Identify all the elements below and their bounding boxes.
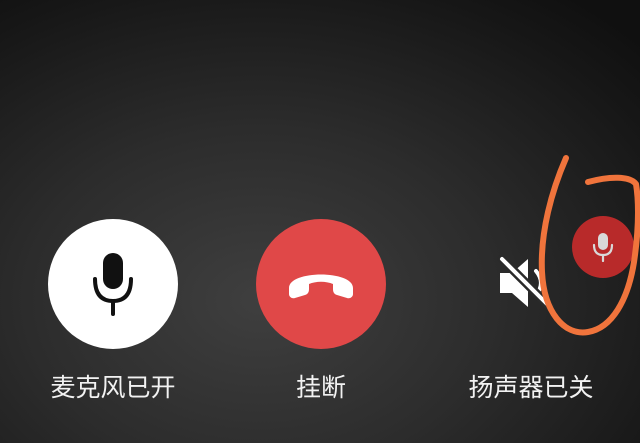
microphone-toggle-button[interactable]	[48, 219, 178, 349]
microphone-icon	[592, 233, 614, 262]
hangup-button[interactable]	[256, 219, 386, 349]
hangup-label: 挂断	[295, 373, 346, 402]
microphone-status-label: 麦克风已开	[50, 373, 176, 402]
microphone-icon	[93, 253, 133, 316]
floating-mic-indicator[interactable]	[572, 216, 634, 278]
speaker-muted-icon	[497, 255, 555, 311]
call-screen: 麦克风已开 挂断 扬声器已关	[0, 0, 640, 443]
speaker-status-label: 扬声器已关	[468, 373, 594, 402]
phone-hangup-icon	[289, 274, 353, 299]
speaker-toggle-button[interactable]	[470, 228, 580, 338]
